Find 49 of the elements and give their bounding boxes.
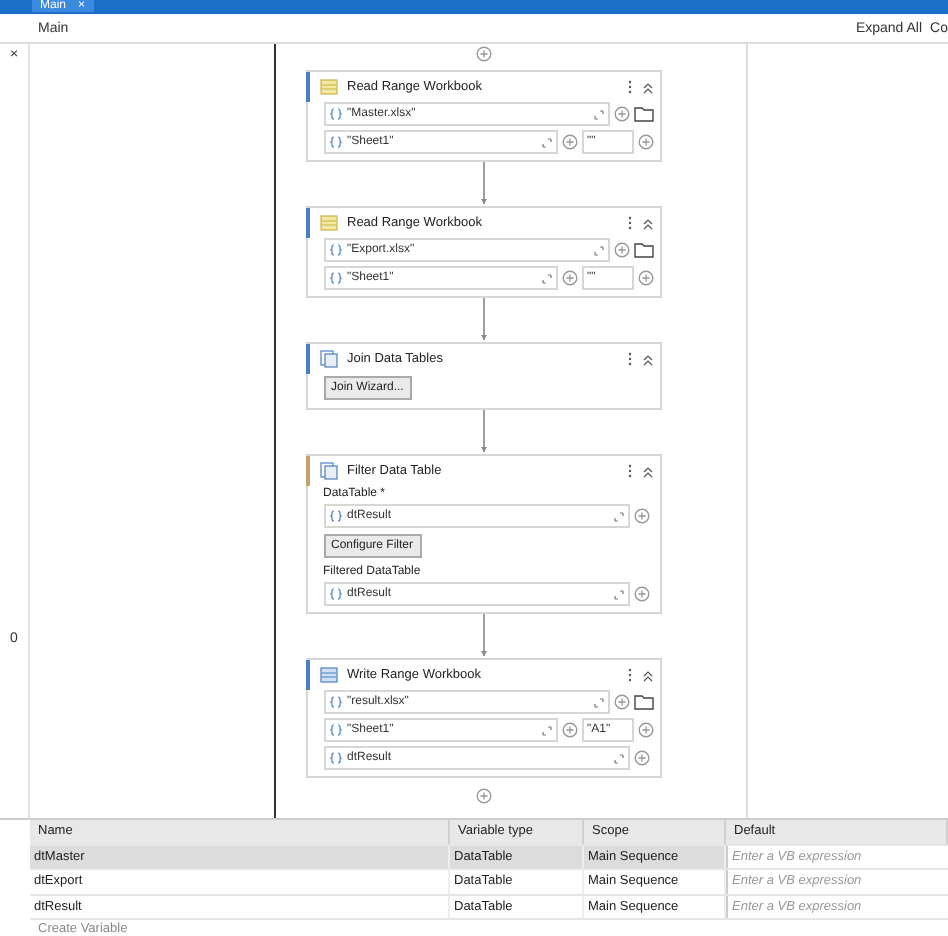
add-icon[interactable]: [613, 242, 629, 258]
add-icon[interactable]: [637, 134, 653, 150]
collapse-icon[interactable]: [641, 669, 653, 681]
spreadsheet-icon: [319, 78, 337, 96]
table-icon: [319, 462, 337, 480]
spreadsheet-icon: [319, 214, 337, 232]
add-icon[interactable]: [475, 46, 491, 62]
table-icon: [319, 350, 337, 368]
braces-icon: [329, 724, 341, 736]
add-icon[interactable]: [613, 694, 629, 710]
connector-arrow: [477, 298, 489, 342]
add-icon[interactable]: [637, 270, 653, 286]
folder-icon[interactable]: [633, 106, 653, 122]
expand-icon[interactable]: [593, 697, 603, 707]
add-icon[interactable]: [637, 722, 653, 738]
expand-icon[interactable]: [613, 511, 623, 521]
folder-icon[interactable]: [633, 242, 653, 258]
expand-icon[interactable]: [541, 725, 551, 735]
braces-icon: [329, 696, 341, 708]
add-icon[interactable]: [633, 508, 649, 524]
add-icon[interactable]: [561, 134, 577, 150]
braces-icon: [329, 752, 341, 764]
add-icon[interactable]: [633, 750, 649, 766]
braces-icon: [329, 136, 341, 148]
add-icon[interactable]: [561, 722, 577, 738]
braces-icon: [329, 244, 341, 256]
expand-icon[interactable]: [593, 109, 603, 119]
connector-arrow: [477, 162, 489, 206]
collapse-icon[interactable]: [641, 353, 653, 365]
braces-icon: [329, 108, 341, 120]
expand-icon[interactable]: [593, 245, 603, 255]
braces-icon: [329, 510, 341, 522]
folder-icon[interactable]: [633, 694, 653, 710]
add-icon[interactable]: [633, 586, 649, 602]
connector-arrow: [477, 614, 489, 658]
expand-icon[interactable]: [541, 137, 551, 147]
collapse-icon[interactable]: [641, 81, 653, 93]
spreadsheet-icon: [319, 666, 337, 684]
add-icon[interactable]: [613, 106, 629, 122]
expand-icon[interactable]: [541, 273, 551, 283]
braces-icon: [329, 588, 341, 600]
collapse-icon[interactable]: [641, 217, 653, 229]
expand-icon[interactable]: [613, 753, 623, 763]
collapse-icon[interactable]: [641, 465, 653, 477]
add-icon[interactable]: [561, 270, 577, 286]
connector-arrow: [477, 410, 489, 454]
braces-icon: [329, 272, 341, 284]
expand-icon[interactable]: [613, 589, 623, 599]
add-icon[interactable]: [475, 788, 491, 804]
